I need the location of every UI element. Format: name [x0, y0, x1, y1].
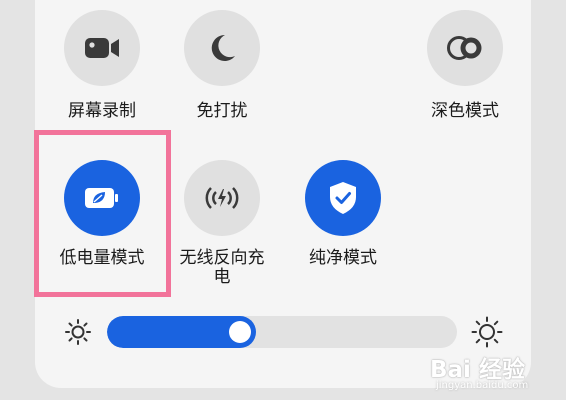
shield-check-icon — [330, 182, 356, 214]
brightness-high-icon — [471, 316, 503, 348]
dark-mode-icon — [447, 36, 482, 60]
brightness-slider-thumb[interactable] — [229, 321, 251, 343]
tile-screen-recording-button[interactable] — [64, 10, 140, 86]
video-camera-icon — [85, 38, 119, 58]
tile-label: 深色模式 — [431, 101, 499, 121]
brightness-slider[interactable] — [107, 316, 457, 348]
tile-dark-mode-button[interactable] — [427, 10, 503, 86]
tile-label: 无线反向充电 — [179, 248, 265, 287]
moon-icon — [211, 34, 235, 61]
tile-pure-mode-button[interactable] — [305, 160, 381, 236]
watermark-logo: Bai 经验 — [430, 357, 525, 383]
highlight-box — [34, 130, 171, 297]
brightness-low-icon — [65, 319, 91, 345]
wireless-charging-icon — [205, 187, 239, 209]
tile-label: 免打扰 — [196, 101, 248, 121]
watermark: Bai 经验 jingyan.baidu.com — [430, 350, 560, 396]
tile-label: 纯净模式 — [309, 248, 377, 268]
tile-label: 屏幕录制 — [68, 101, 136, 121]
tile-wireless-reverse-charging-button[interactable] — [184, 160, 260, 236]
tile-do-not-disturb-button[interactable] — [184, 10, 260, 86]
watermark-url: jingyan.baidu.com — [436, 380, 529, 391]
